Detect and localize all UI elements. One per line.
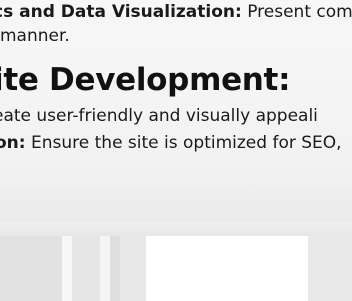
background-panel bbox=[120, 236, 146, 301]
background-fade bbox=[0, 222, 352, 236]
background-panel bbox=[62, 236, 72, 301]
optimization-item-text: Ensure the site is optimized for SEO, bbox=[25, 133, 342, 153]
analytics-item: cs and Data Visualization: Present com bbox=[0, 1, 352, 23]
section-heading: ite Development: bbox=[0, 62, 291, 98]
background-panel bbox=[100, 236, 110, 301]
background-panel bbox=[72, 236, 100, 301]
optimization-item: on: Ensure the site is optimized for SEO… bbox=[0, 132, 342, 154]
background-panel bbox=[0, 236, 62, 301]
optimization-item-label: on: bbox=[0, 133, 26, 153]
background-panel bbox=[146, 236, 308, 301]
background-panel bbox=[308, 236, 352, 301]
design-item: eate user-friendly and visually appeali bbox=[0, 106, 318, 126]
background-panel bbox=[110, 236, 120, 301]
analytics-item-continuation: manner. bbox=[0, 26, 70, 46]
analytics-item-label: cs and Data Visualization: bbox=[0, 2, 242, 22]
analytics-item-text: Present com bbox=[241, 2, 352, 22]
